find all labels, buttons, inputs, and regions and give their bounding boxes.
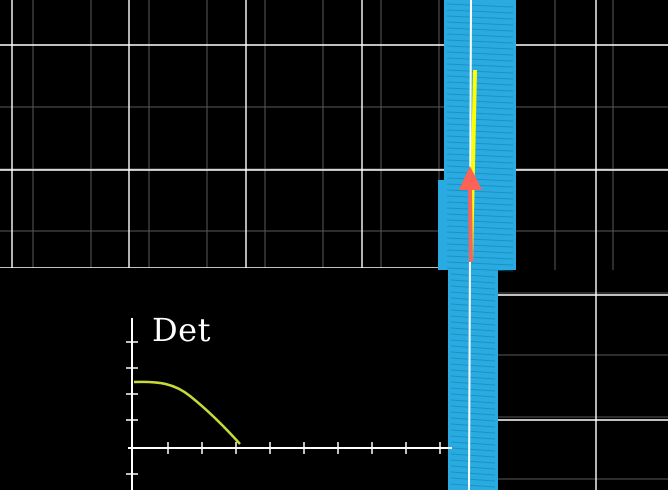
j-hat-vector	[468, 187, 473, 263]
linear-transformation-scene	[0, 0, 668, 490]
graph-label: Det	[152, 311, 211, 349]
determinant-graph-panel	[0, 268, 452, 490]
